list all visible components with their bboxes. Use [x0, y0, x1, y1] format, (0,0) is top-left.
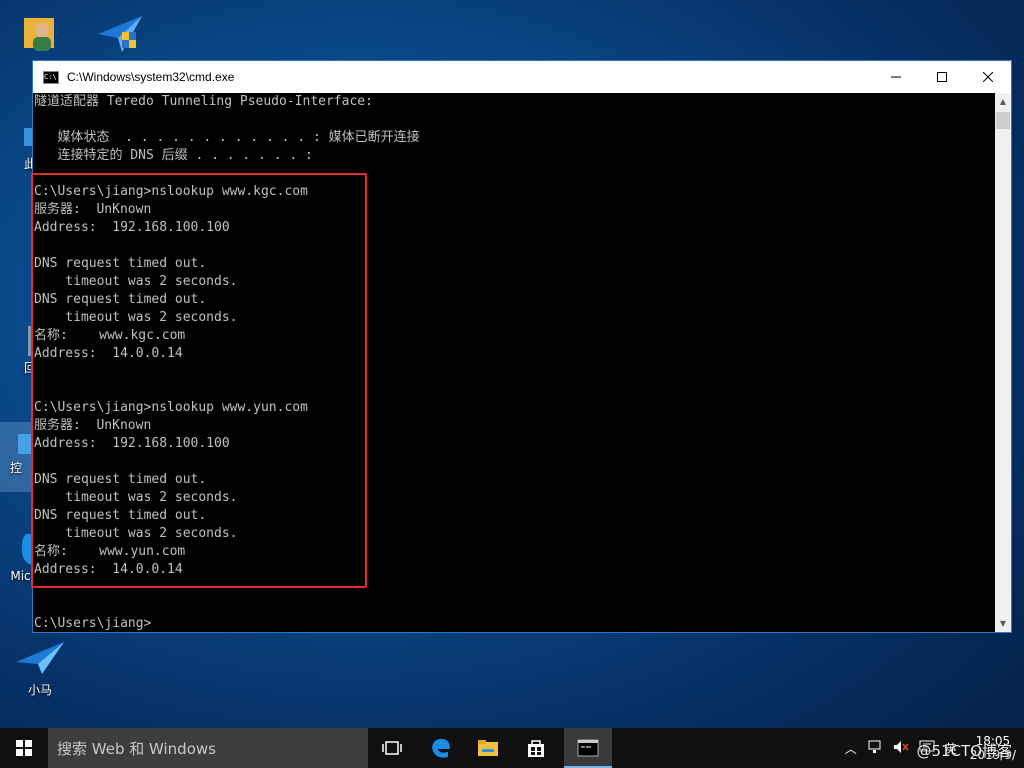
watermark-text: @51CTO博客: [916, 742, 1012, 760]
taskbar-file-explorer-button[interactable]: [464, 728, 512, 768]
folder-icon: [478, 740, 498, 756]
network-icon[interactable]: [862, 740, 888, 757]
console-line: 服务器: UnKnown: [34, 418, 152, 433]
taskbar-cmd-button[interactable]: [564, 728, 612, 768]
console-line: Address: 192.168.100.100: [34, 220, 230, 235]
task-view-button[interactable]: [368, 728, 416, 768]
show-hidden-icons-chevron-up-icon[interactable]: ︿: [840, 740, 862, 757]
console-line: Address: 14.0.0.14: [34, 562, 183, 577]
console-line: C:\Users\jiang>: [34, 616, 152, 631]
desktop-icon-label: 小马: [27, 683, 52, 697]
window-title: C:\Windows\system32\cmd.exe: [67, 70, 235, 84]
plane-icon: [16, 642, 64, 674]
desktop-icon-network-share[interactable]: [90, 14, 150, 57]
taskbar-edge-button[interactable]: [416, 728, 464, 768]
console-line: DNS request timed out.: [34, 292, 207, 307]
console-line: timeout was 2 seconds.: [34, 274, 238, 289]
search-placeholder: 搜索 Web 和 Windows: [57, 739, 216, 758]
console-line: DNS request timed out.: [34, 472, 207, 487]
console-line: 名称: www.yun.com: [34, 544, 186, 559]
window-controls: [873, 61, 1011, 93]
cmd-app-icon: C:\: [43, 70, 59, 84]
window-titlebar[interactable]: C:\ C:\Windows\system32\cmd.exe: [33, 61, 1011, 93]
minimize-button[interactable]: [873, 61, 919, 93]
console-line: 媒体状态 . . . . . . . . . . . . : 媒体已断开连接: [34, 130, 420, 145]
console-line: DNS request timed out.: [34, 256, 207, 271]
taskbar-store-button[interactable]: [512, 728, 560, 768]
control-panel-icon: [18, 434, 32, 454]
console-line: timeout was 2 seconds.: [34, 490, 238, 505]
console-line: Address: 192.168.100.100: [34, 436, 230, 451]
maximize-icon: [937, 72, 947, 82]
console-line: timeout was 2 seconds.: [34, 526, 238, 541]
taskbar: 搜索 Web 和 Windows ︿ 英 18:05 2019/9/: [0, 728, 1024, 768]
cmd-window: C:\ C:\Windows\system32\cmd.exe 隧道适配器 Te…: [32, 60, 1012, 633]
close-button[interactable]: [965, 61, 1011, 93]
minimize-icon: [891, 76, 901, 78]
vertical-scrollbar[interactable]: ▲ ▼: [995, 93, 1011, 632]
close-icon: [983, 72, 993, 82]
cmd-icon: [577, 739, 599, 757]
console-output[interactable]: 隧道适配器 Teredo Tunneling Pseudo-Interface:…: [33, 93, 996, 632]
start-button[interactable]: [0, 728, 48, 768]
console-line: DNS request timed out.: [34, 508, 207, 523]
scroll-up-arrow-icon[interactable]: ▲: [995, 93, 1011, 110]
desktop-icon-xiaoma[interactable]: 小马: [10, 640, 70, 698]
console-line: 隧道适配器 Teredo Tunneling Pseudo-Interface:: [34, 94, 373, 109]
scroll-thumb[interactable]: [996, 112, 1010, 129]
console-line: Address: 14.0.0.14: [34, 346, 183, 361]
volume-muted-icon[interactable]: [888, 740, 914, 757]
scroll-down-arrow-icon[interactable]: ▼: [995, 615, 1011, 632]
console-line: C:\Users\jiang>nslookup www.yun.com: [34, 400, 308, 415]
search-input[interactable]: 搜索 Web 和 Windows: [48, 728, 368, 768]
task-view-icon: [382, 741, 402, 755]
console-line: timeout was 2 seconds.: [34, 310, 238, 325]
console-line: 名称: www.kgc.com: [34, 328, 186, 343]
shield-plane-icon: [98, 16, 142, 52]
maximize-button[interactable]: [919, 61, 965, 93]
console-line: C:\Users\jiang>nslookup www.kgc.com: [34, 184, 308, 199]
windows-logo-icon: [16, 740, 32, 756]
console-line: 连接特定的 DNS 后缀 . . . . . . . :: [34, 148, 313, 163]
user-folder-icon: [24, 18, 54, 51]
desktop-icon-control-panel[interactable]: 控: [0, 422, 32, 492]
console-line: 服务器: UnKnown: [34, 202, 152, 217]
store-bag-icon: [528, 740, 544, 757]
edge-icon: [432, 738, 450, 758]
